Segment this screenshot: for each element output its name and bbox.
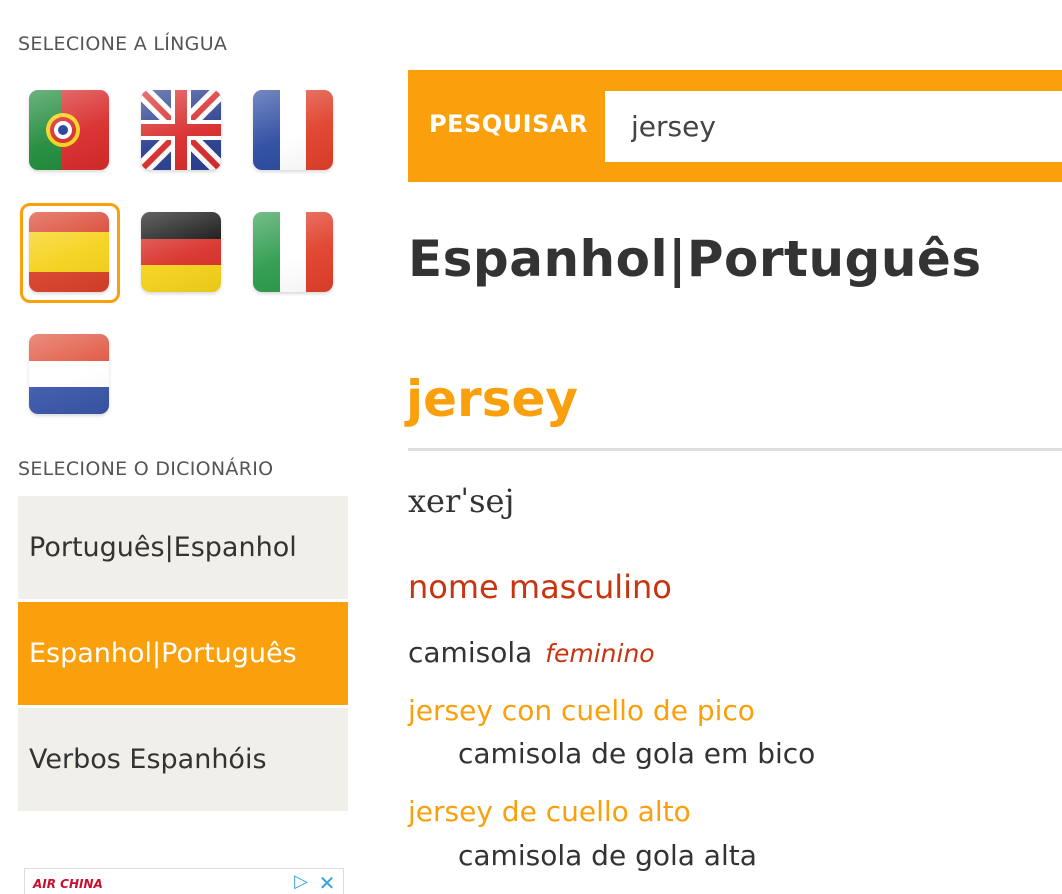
ad-info-icon[interactable]: ▷ — [289, 871, 313, 894]
dictionary-item-spanish-verbs[interactable]: Verbos Espanhóis — [18, 708, 348, 811]
dictionary-section-label: SELECIONE O DICIONÁRIO — [18, 458, 274, 480]
phonetic-transcription: xerˈsej — [408, 482, 515, 520]
headword: jersey — [406, 370, 578, 428]
translation-text: camisola — [408, 636, 533, 669]
search-bar: PESQUISAR — [408, 70, 1062, 182]
page-title: Espanhol|Português — [408, 230, 982, 288]
example-phrase[interactable]: jersey con cuello de pico — [408, 694, 755, 727]
dictionary-item-portuguese-spanish[interactable]: Português|Espanhol — [18, 496, 348, 599]
ad-logo: AIR CHINA — [33, 877, 103, 891]
gender-label: feminino — [545, 639, 655, 668]
search-input[interactable] — [605, 91, 1062, 162]
advertisement-banner[interactable]: AIR CHINA ▷ ✕ — [24, 868, 344, 894]
example-translation: camisola de gola em bico — [458, 737, 816, 770]
divider — [408, 448, 1062, 451]
example-translation: camisola de gola alta — [458, 839, 757, 872]
dictionary-item-spanish-portuguese[interactable]: Espanhol|Português — [18, 602, 348, 705]
italy-flag-icon[interactable] — [253, 212, 333, 292]
language-section-label: SELECIONE A LÍNGUA — [18, 33, 228, 55]
translation: camisola feminino — [408, 636, 655, 669]
portuguese-flag-icon[interactable] — [29, 90, 109, 170]
netherlands-flag-icon[interactable] — [29, 334, 109, 414]
search-label: PESQUISAR — [429, 110, 588, 138]
france-flag-icon[interactable] — [253, 90, 333, 170]
uk-flag-icon[interactable] — [141, 90, 221, 170]
part-of-speech: nome masculino — [408, 568, 672, 606]
spain-flag-icon[interactable] — [29, 212, 109, 292]
germany-flag-icon[interactable] — [141, 212, 221, 292]
sidebar: SELECIONE A LÍNGUA SELECIONE O DICIONÁRI… — [0, 0, 360, 894]
ad-close-icon[interactable]: ✕ — [315, 871, 339, 894]
example-phrase[interactable]: jersey de cuello alto — [408, 795, 691, 828]
